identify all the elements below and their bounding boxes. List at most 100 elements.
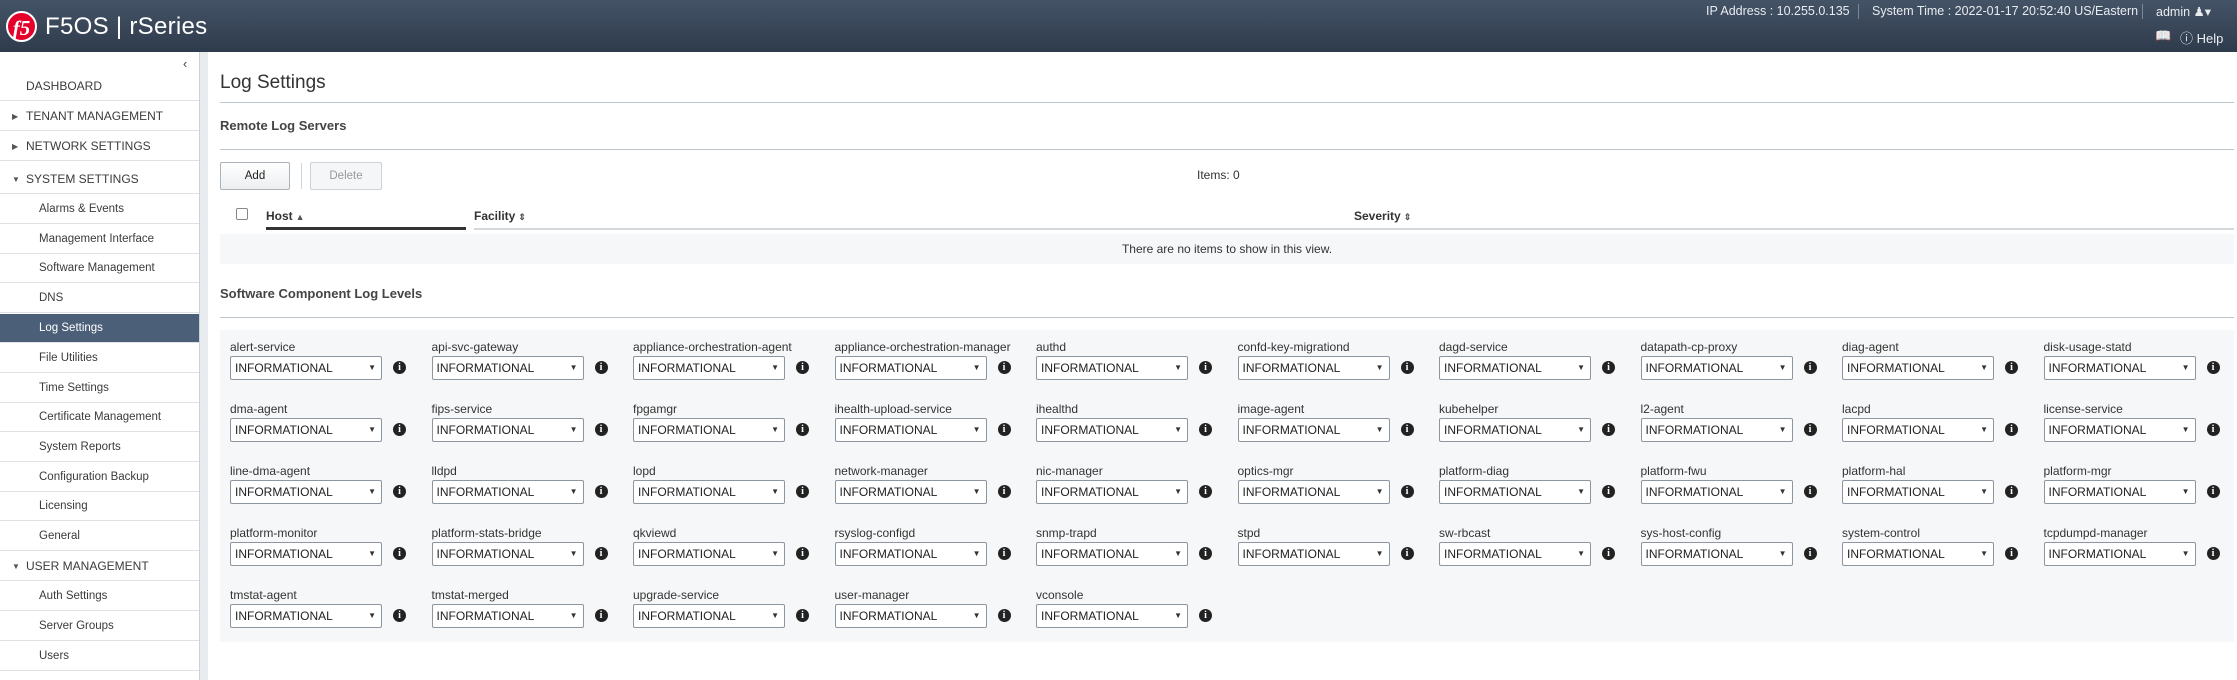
log-level-select[interactable]: INFORMATIONAL ▼ (1237, 480, 1390, 504)
sidebar-item-software-management[interactable]: Software Management (0, 254, 199, 283)
info-icon[interactable]: i (1199, 609, 1212, 622)
log-level-select[interactable]: INFORMATIONAL ▼ (633, 356, 785, 380)
sidebar-item-user-management[interactable]: ▼ USER MANAGEMENT (0, 552, 199, 581)
info-icon[interactable]: i (594, 609, 608, 622)
info-icon[interactable]: i (2005, 547, 2018, 560)
log-level-select[interactable]: INFORMATIONAL ▼ (834, 542, 987, 566)
log-level-select[interactable]: INFORMATIONAL ▼ (431, 356, 584, 380)
info-icon[interactable]: i (1199, 547, 1212, 560)
info-icon[interactable]: i (1199, 423, 1212, 436)
log-level-select[interactable]: INFORMATIONAL ▼ (1237, 418, 1390, 442)
column-host[interactable]: Host ▲ (266, 202, 466, 230)
log-level-select[interactable]: INFORMATIONAL ▼ (633, 542, 785, 566)
sidebar-item-auth-settings[interactable]: Auth Settings (0, 582, 199, 611)
log-level-select[interactable]: INFORMATIONAL ▼ (1640, 356, 1793, 380)
log-level-select[interactable]: INFORMATIONAL ▼ (230, 604, 382, 628)
info-icon[interactable]: i (796, 609, 809, 622)
log-level-select[interactable]: INFORMATIONAL ▼ (1640, 542, 1793, 566)
sidebar-item-management-interface[interactable]: Management Interface (0, 225, 199, 254)
sidebar-item-configuration-backup[interactable]: Configuration Backup (0, 463, 199, 492)
info-icon[interactable]: i (796, 423, 809, 436)
select-all-checkbox[interactable] (236, 208, 248, 220)
log-level-select[interactable]: INFORMATIONAL ▼ (834, 356, 987, 380)
log-level-select[interactable]: INFORMATIONAL ▼ (1439, 542, 1591, 566)
log-level-select[interactable]: INFORMATIONAL ▼ (2043, 418, 2196, 442)
log-level-select[interactable]: INFORMATIONAL ▼ (1842, 356, 1994, 380)
log-level-select[interactable]: INFORMATIONAL ▼ (633, 604, 785, 628)
log-level-select[interactable]: INFORMATIONAL ▼ (1439, 356, 1591, 380)
sidebar-item-dns[interactable]: DNS (0, 284, 199, 313)
info-icon[interactable]: i (997, 423, 1011, 436)
info-icon[interactable]: i (1803, 361, 1817, 374)
log-level-select[interactable]: INFORMATIONAL ▼ (1640, 418, 1793, 442)
sidebar-item-file-utilities[interactable]: File Utilities (0, 344, 199, 373)
info-icon[interactable]: i (1400, 423, 1414, 436)
sidebar-item-system-reports[interactable]: System Reports (0, 433, 199, 462)
delete-button[interactable]: Delete (310, 162, 382, 190)
user-menu[interactable]: admin ♟▾ (2156, 4, 2211, 19)
info-icon[interactable]: i (1602, 423, 1615, 436)
log-level-select[interactable]: INFORMATIONAL ▼ (2043, 542, 2196, 566)
log-level-select[interactable]: INFORMATIONAL ▼ (431, 480, 584, 504)
info-icon[interactable]: i (393, 485, 406, 498)
info-icon[interactable]: i (1602, 547, 1615, 560)
info-icon[interactable]: i (997, 361, 1011, 374)
sidebar-item-licensing[interactable]: Licensing (0, 492, 199, 521)
info-icon[interactable]: i (393, 423, 406, 436)
info-icon[interactable]: i (2206, 361, 2220, 374)
info-icon[interactable]: i (594, 547, 608, 560)
info-icon[interactable]: i (393, 609, 406, 622)
info-icon[interactable]: i (1803, 423, 1817, 436)
info-icon[interactable]: i (1400, 485, 1414, 498)
info-icon[interactable]: i (2005, 361, 2018, 374)
info-icon[interactable]: i (2206, 485, 2220, 498)
info-icon[interactable]: i (1199, 485, 1212, 498)
info-icon[interactable]: i (1602, 485, 1615, 498)
log-level-select[interactable]: INFORMATIONAL ▼ (1036, 604, 1188, 628)
log-level-select[interactable]: INFORMATIONAL ▼ (1036, 356, 1188, 380)
info-icon[interactable]: i (796, 547, 809, 560)
log-level-select[interactable]: INFORMATIONAL ▼ (230, 480, 382, 504)
sidebar-item-system-settings[interactable]: ▼ SYSTEM SETTINGS (0, 165, 199, 194)
info-icon[interactable]: i (2206, 547, 2220, 560)
info-icon[interactable]: i (1400, 547, 1414, 560)
sidebar-item-users[interactable]: Users (0, 642, 199, 671)
info-icon[interactable]: i (1602, 361, 1615, 374)
column-severity[interactable]: Severity ⇕ (1354, 202, 2234, 230)
info-icon[interactable]: i (2005, 485, 2018, 498)
sidebar-item-tenant-management[interactable]: ▶ TENANT MANAGEMENT (0, 102, 199, 131)
book-icon[interactable]: 📖 (2155, 28, 2171, 44)
log-level-select[interactable]: INFORMATIONAL ▼ (633, 480, 785, 504)
info-icon[interactable]: i (594, 423, 608, 436)
log-level-select[interactable]: INFORMATIONAL ▼ (431, 604, 584, 628)
log-level-select[interactable]: INFORMATIONAL ▼ (1439, 418, 1591, 442)
log-level-select[interactable]: INFORMATIONAL ▼ (633, 418, 785, 442)
info-icon[interactable]: i (1400, 361, 1414, 374)
log-level-select[interactable]: INFORMATIONAL ▼ (1036, 542, 1188, 566)
log-level-select[interactable]: INFORMATIONAL ▼ (2043, 356, 2196, 380)
info-icon[interactable]: i (594, 485, 608, 498)
sidebar-item-alarms-events[interactable]: Alarms & Events (0, 195, 199, 224)
log-level-select[interactable]: INFORMATIONAL ▼ (1842, 542, 1994, 566)
log-level-select[interactable]: INFORMATIONAL ▼ (1640, 480, 1793, 504)
log-level-select[interactable]: INFORMATIONAL ▼ (230, 418, 382, 442)
log-level-select[interactable]: INFORMATIONAL ▼ (1036, 480, 1188, 504)
log-level-select[interactable]: INFORMATIONAL ▼ (1237, 542, 1390, 566)
sidebar-item-certificate-management[interactable]: Certificate Management (0, 403, 199, 432)
info-icon[interactable]: i (1803, 485, 1817, 498)
info-icon[interactable]: i (997, 609, 1011, 622)
info-icon[interactable]: i (594, 361, 608, 374)
log-level-select[interactable]: INFORMATIONAL ▼ (1842, 480, 1994, 504)
column-facility[interactable]: Facility ⇕ (474, 202, 1354, 230)
log-level-select[interactable]: INFORMATIONAL ▼ (230, 542, 382, 566)
log-level-select[interactable]: INFORMATIONAL ▼ (1842, 418, 1994, 442)
log-level-select[interactable]: INFORMATIONAL ▼ (230, 356, 382, 380)
log-level-select[interactable]: INFORMATIONAL ▼ (834, 480, 987, 504)
help-link[interactable]: ⓘ Help (2180, 28, 2223, 47)
info-icon[interactable]: i (1803, 547, 1817, 560)
log-level-select[interactable]: INFORMATIONAL ▼ (1237, 356, 1390, 380)
sidebar-item-time-settings[interactable]: Time Settings (0, 374, 199, 403)
info-icon[interactable]: i (2206, 423, 2220, 436)
sidebar-item-log-settings[interactable]: Log Settings (0, 314, 199, 343)
info-icon[interactable]: i (997, 485, 1011, 498)
